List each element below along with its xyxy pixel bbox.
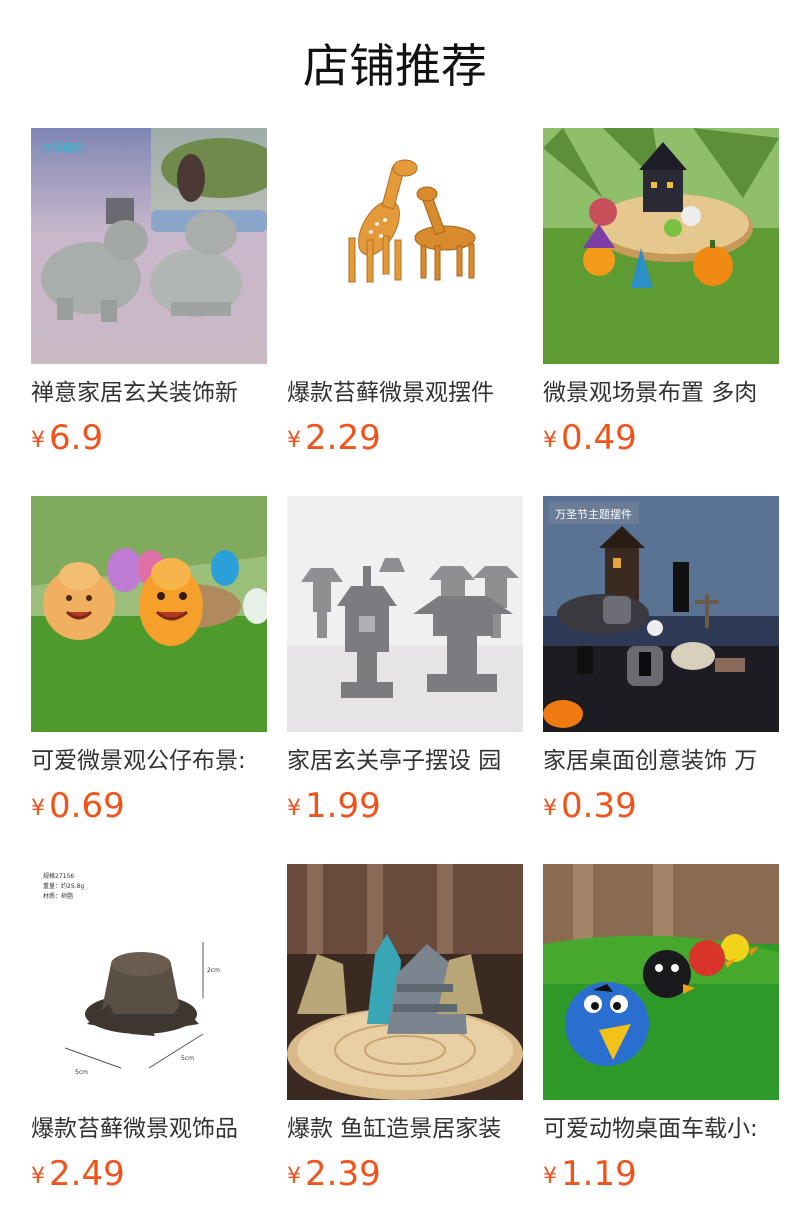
tree-stump-image[interactable]: 规格27156 重量：约25.8g 材质：树脂 2cm 5cm 5cm bbox=[31, 864, 267, 1100]
price-amount: 0.69 bbox=[49, 786, 125, 826]
rockery-image[interactable] bbox=[287, 864, 523, 1100]
product-price: ¥2.49 bbox=[31, 1152, 125, 1196]
product-name[interactable]: 爆款苔藓微景观饰品 bbox=[31, 1112, 267, 1146]
currency-symbol: ¥ bbox=[287, 1164, 301, 1189]
currency-symbol: ¥ bbox=[287, 428, 301, 453]
halloween-graveyard-image[interactable]: 万圣节主题摆件 bbox=[543, 496, 779, 732]
price-amount: 2.49 bbox=[49, 1154, 125, 1194]
price-amount: 1.99 bbox=[305, 786, 381, 826]
currency-symbol: ¥ bbox=[287, 796, 301, 821]
price-amount: 6.9 bbox=[49, 418, 104, 458]
stone-lanterns-image[interactable] bbox=[287, 496, 523, 732]
product-price: ¥2.39 bbox=[287, 1152, 381, 1196]
price-amount: 2.29 bbox=[305, 418, 381, 458]
price-amount: 0.39 bbox=[561, 786, 637, 826]
shop-recommendations-page: 店铺推荐 汐风萌影 禅意家居玄关装饰新 ¥ 6.9 爆款苔藓微景观摆件 ¥ 2.… bbox=[0, 0, 790, 1232]
product-card[interactable]: 规格27156 重量：约25.8g 材质：树脂 2cm 5cm 5cm 爆款苔藓… bbox=[31, 864, 267, 1204]
product-price: ¥2.29 bbox=[287, 416, 381, 460]
currency-symbol: ¥ bbox=[31, 796, 45, 821]
spec-line: 规格27156 bbox=[43, 872, 74, 880]
cute-figurines-image[interactable] bbox=[31, 496, 267, 732]
product-card[interactable]: 可爱动物桌面车载小: ¥1.19 bbox=[543, 864, 779, 1204]
overlay-tag: 万圣节主题摆件 bbox=[555, 507, 632, 521]
product-name[interactable]: 爆款苔藓微景观摆件 bbox=[287, 376, 523, 410]
product-price: ¥6.9 bbox=[31, 416, 103, 460]
product-card[interactable]: 家居玄关亭子摆设 园 ¥1.99 bbox=[287, 496, 523, 836]
page-title: 店铺推荐 bbox=[303, 39, 487, 93]
product-price: ¥0.49 bbox=[543, 416, 637, 460]
dimension-label: 5cm bbox=[181, 1055, 194, 1062]
product-name[interactable]: 家居玄关亭子摆设 园 bbox=[287, 744, 523, 778]
price-amount: 0.49 bbox=[561, 418, 637, 458]
dimension-label: 2cm bbox=[207, 967, 220, 974]
stone-animals-image[interactable]: 汐风萌影 bbox=[31, 128, 267, 364]
currency-symbol: ¥ bbox=[31, 428, 45, 453]
spec-line: 重量：约25.8g bbox=[43, 882, 84, 890]
price-amount: 2.39 bbox=[305, 1154, 381, 1194]
product-name[interactable]: 可爱微景观公仔布景: bbox=[31, 744, 267, 778]
angry-birds-image[interactable] bbox=[543, 864, 779, 1100]
currency-symbol: ¥ bbox=[543, 1164, 557, 1189]
product-card[interactable]: 万圣节主题摆件 家居桌面创意装饰 万 ¥ 0.39 bbox=[543, 496, 779, 836]
product-name[interactable]: 爆款 鱼缸造景居家装 bbox=[287, 1112, 523, 1146]
product-price: ¥1.19 bbox=[543, 1152, 637, 1196]
product-name[interactable]: 禅意家居玄关装饰新 bbox=[31, 376, 267, 410]
product-card[interactable]: 可爱微景观公仔布景: ¥0.69 bbox=[31, 496, 267, 836]
product-price: ¥0.69 bbox=[31, 784, 125, 828]
watermark: 汐风萌影 bbox=[41, 141, 85, 155]
product-name[interactable]: 微景观场景布置 多肉 bbox=[543, 376, 779, 410]
currency-symbol: ¥ bbox=[543, 796, 557, 821]
product-price: ¥1.99 bbox=[287, 784, 381, 828]
product-card[interactable]: 微景观场景布置 多肉 ¥0.49 bbox=[543, 128, 779, 468]
product-card[interactable]: 爆款苔藓微景观摆件 ¥2.29 bbox=[287, 128, 523, 468]
product-name[interactable]: 家居桌面创意装饰 万 bbox=[543, 744, 779, 778]
currency-symbol: ¥ bbox=[543, 428, 557, 453]
price-amount: 1.19 bbox=[561, 1154, 637, 1194]
currency-symbol: ¥ bbox=[31, 1164, 45, 1189]
product-card[interactable]: 汐风萌影 禅意家居玄关装饰新 ¥6.9 bbox=[31, 128, 267, 468]
spec-line: 材质：树脂 bbox=[43, 892, 73, 900]
dimension-label: 5cm bbox=[75, 1069, 88, 1076]
product-name[interactable]: 可爱动物桌面车载小: bbox=[543, 1112, 779, 1146]
halloween-scene-image[interactable] bbox=[543, 128, 779, 364]
product-price: ¥0.39 bbox=[543, 784, 637, 828]
product-card[interactable]: 爆款 鱼缸造景居家装 ¥2.39 bbox=[287, 864, 523, 1204]
deer-figurines-image[interactable] bbox=[287, 128, 523, 364]
